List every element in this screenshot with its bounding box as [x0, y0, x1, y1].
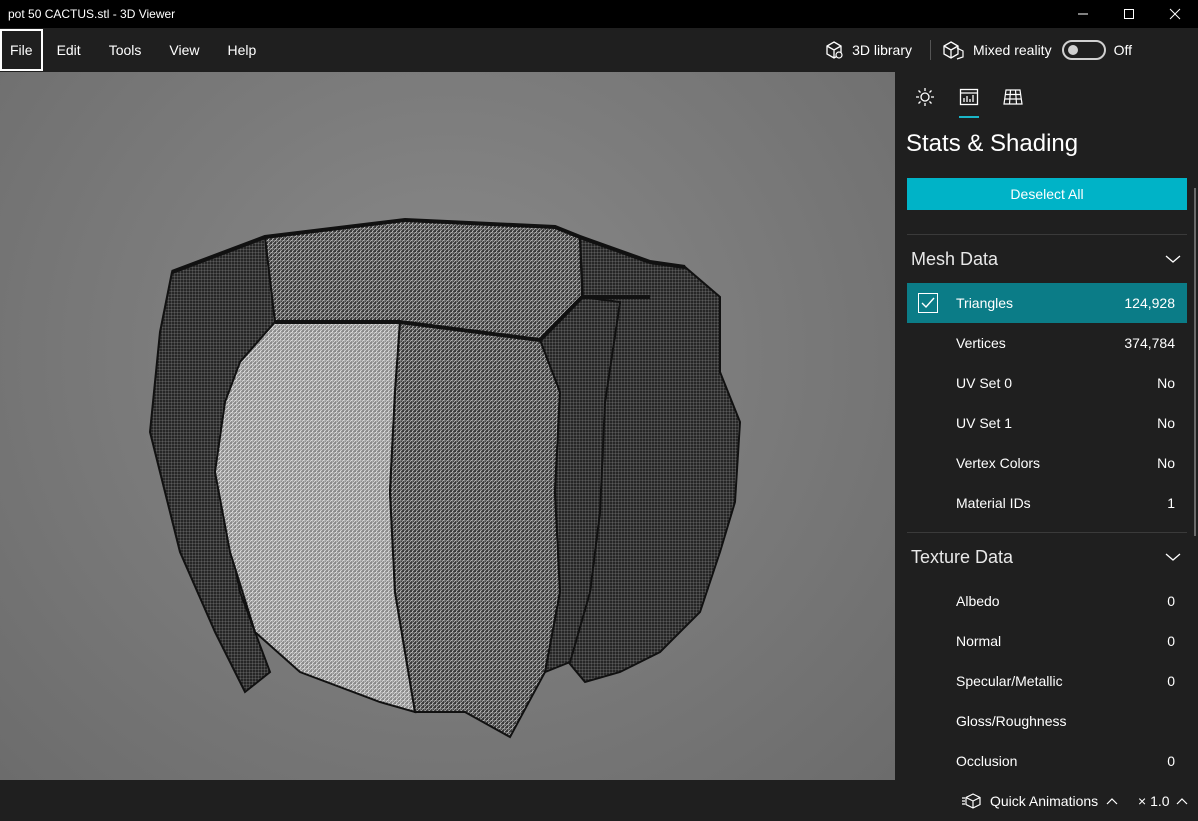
triangles-checkbox[interactable] [918, 293, 938, 313]
chevron-down-icon [1165, 553, 1181, 561]
tab-grid[interactable] [991, 72, 1035, 122]
maximize-icon [1124, 9, 1134, 19]
mixed-reality-toggle[interactable] [1061, 40, 1106, 60]
stat-value: 124,928 [1124, 295, 1175, 311]
mixed-reality-state: Off [1113, 42, 1132, 58]
panel-scrollbar[interactable] [1194, 188, 1196, 536]
texture-data-title: Texture Data [911, 546, 1014, 567]
cactus-pot-model[interactable] [0, 72, 895, 780]
stat-row-vertices[interactable]: Vertices 374,784 [907, 323, 1187, 363]
cube-icon [826, 41, 843, 59]
tab-lighting[interactable] [903, 72, 947, 122]
maximize-button[interactable] [1106, 0, 1152, 28]
mesh-data-section: Mesh Data Triangles 124,928 Vertices 374… [907, 234, 1187, 523]
stat-label: UV Set 1 [956, 415, 1013, 431]
quick-animations-label: Quick Animations [990, 792, 1099, 809]
3d-library-button[interactable]: 3D library [812, 28, 924, 72]
animation-speed-label: × 1.0 [1138, 792, 1170, 809]
mixed-reality-button[interactable]: Mixed reality [937, 28, 1058, 72]
stat-label: Vertex Colors [956, 455, 1041, 471]
stat-value: 0 [1167, 633, 1175, 649]
stat-row-specular-metallic[interactable]: Specular/Metallic 0 [907, 661, 1187, 701]
stat-value: 0 [1167, 593, 1175, 609]
3d-library-label: 3D library [852, 42, 912, 58]
stat-row-vertex-colors[interactable]: Vertex Colors No [907, 443, 1187, 483]
3d-viewport[interactable] [0, 72, 895, 780]
stat-row-material-ids[interactable]: Material IDs 1 [907, 483, 1187, 523]
chevron-down-icon [1165, 255, 1181, 263]
lighting-icon [916, 88, 934, 106]
panel-tabs [895, 72, 1198, 122]
stat-label: Gloss/Roughness [956, 713, 1067, 729]
stat-label: Normal [956, 633, 1002, 649]
status-bar: Quick Animations × 1.0 [0, 780, 1198, 821]
stat-row-uv-set-1[interactable]: UV Set 1 No [907, 403, 1187, 443]
stat-row-uv-set-0[interactable]: UV Set 0 No [907, 363, 1187, 403]
deselect-all-button[interactable]: Deselect All [907, 178, 1187, 210]
menu-view[interactable]: View [155, 28, 213, 72]
stat-value: No [1157, 455, 1175, 471]
stat-label: Triangles [956, 295, 1014, 311]
window-controls [1060, 0, 1198, 28]
stat-value: 0 [1167, 673, 1175, 689]
toggle-knob [1067, 45, 1078, 55]
mixed-reality-label: Mixed reality [972, 42, 1052, 58]
tab-stats[interactable] [947, 72, 991, 122]
quick-animations-button[interactable]: Quick Animations [962, 780, 1118, 821]
window-title: pot 50 CACTUS.stl - 3D Viewer [8, 7, 176, 21]
stat-value: 1 [1167, 495, 1175, 511]
stat-value: 0 [1167, 753, 1175, 769]
stat-row-gloss-roughness[interactable]: Gloss/Roughness [907, 701, 1187, 741]
mesh-data-title: Mesh Data [911, 248, 999, 269]
menu-divider [929, 40, 931, 60]
menu-file[interactable]: File [0, 29, 43, 71]
stat-value: 374,784 [1124, 335, 1175, 351]
grid-icon [1003, 89, 1023, 105]
stats-icon [959, 88, 979, 106]
chevron-up-icon [1176, 797, 1187, 804]
texture-data-header[interactable]: Texture Data [907, 533, 1187, 581]
stat-row-albedo[interactable]: Albedo 0 [907, 581, 1187, 621]
minimize-button[interactable] [1060, 0, 1106, 28]
texture-data-section: Texture Data Albedo 0 Normal 0 Specular/… [907, 532, 1187, 780]
stat-label: Albedo [956, 593, 1000, 609]
stat-value: No [1157, 375, 1175, 391]
stat-row-normal[interactable]: Normal 0 [907, 621, 1187, 661]
menu-tools[interactable]: Tools [95, 28, 156, 72]
menu-right-group: 3D library Mixed reality Off [812, 28, 1198, 72]
checkmark-icon [921, 297, 935, 309]
panel-title: Stats & Shading [906, 130, 1079, 157]
stat-label: Material IDs [956, 495, 1031, 511]
stat-label: UV Set 0 [956, 375, 1013, 391]
menu-edit[interactable]: Edit [43, 28, 95, 72]
menu-bar: File Edit Tools View Help 3D library Mix… [0, 28, 1198, 72]
close-button[interactable] [1152, 0, 1198, 28]
close-icon [1169, 8, 1181, 20]
mixed-reality-icon [943, 41, 964, 60]
stat-label: Occlusion [956, 753, 1018, 769]
stats-panel: Stats & Shading Deselect All Mesh Data T… [895, 72, 1198, 780]
menu-help[interactable]: Help [213, 28, 270, 72]
animation-cube-icon [962, 792, 981, 809]
minimize-icon [1078, 13, 1088, 15]
stat-row-triangles[interactable]: Triangles 124,928 [907, 283, 1187, 323]
animation-speed-button[interactable]: × 1.0 [1138, 780, 1188, 821]
stat-label: Specular/Metallic [956, 673, 1063, 689]
stat-row-occlusion[interactable]: Occlusion 0 [907, 741, 1187, 780]
title-bar: pot 50 CACTUS.stl - 3D Viewer [0, 0, 1198, 28]
stat-label: Vertices [956, 335, 1006, 351]
mesh-data-header[interactable]: Mesh Data [907, 235, 1187, 283]
chevron-up-icon [1106, 797, 1118, 804]
stat-value: No [1157, 415, 1175, 431]
